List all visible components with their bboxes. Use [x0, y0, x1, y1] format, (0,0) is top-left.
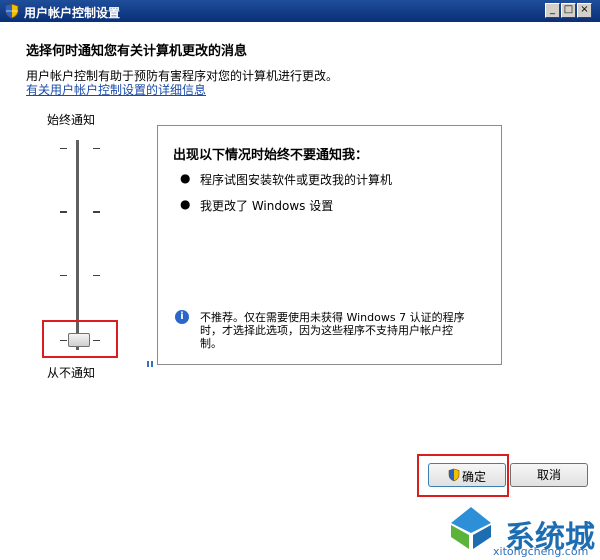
highlight-box	[42, 320, 118, 358]
shield-icon	[5, 3, 19, 19]
info-icon: i	[175, 310, 189, 324]
uac-details-link[interactable]: 有关用户帐户控制设置的详细信息	[26, 81, 206, 98]
list-item: 我更改了 Windows 设置	[200, 199, 334, 213]
slider-tick	[93, 275, 100, 276]
warning-text-line: 制。	[200, 337, 222, 350]
warning-text-line: 时，才选择此选项，因为这些程序不支持用户帐户控	[200, 324, 453, 337]
bullet-icon: ●	[180, 197, 191, 211]
slider-tick	[60, 275, 67, 276]
slider-bottom-label: 从不通知	[47, 366, 96, 380]
minimize-button[interactable]: _	[545, 3, 560, 18]
ok-button-label[interactable]: 确定	[462, 468, 486, 485]
resize-grip	[147, 361, 153, 367]
logo-icon	[451, 507, 491, 549]
slider-track[interactable]	[76, 140, 79, 350]
bullet-icon: ●	[180, 171, 191, 185]
uac-settings-window: 用户帐户控制设置 _ □ × 选择何时通知您有关计算机更改的消息 用户帐户控制有…	[0, 0, 600, 560]
slider-tick	[60, 148, 67, 149]
maximize-button[interactable]: □	[561, 3, 576, 18]
slider-tick	[93, 211, 100, 213]
shield-icon	[448, 468, 460, 482]
title-bar[interactable]: 用户帐户控制设置 _ □ ×	[0, 0, 600, 22]
page-heading: 选择何时通知您有关计算机更改的消息	[26, 44, 248, 59]
list-item: 程序试图安装软件或更改我的计算机	[200, 173, 393, 187]
window-title: 用户帐户控制设置	[24, 6, 121, 20]
close-button[interactable]: ×	[577, 3, 592, 18]
panel-heading: 出现以下情况时始终不要通知我：	[173, 148, 369, 163]
slider-tick	[60, 211, 67, 213]
slider-tick	[93, 148, 100, 149]
cancel-button[interactable]: 取消	[510, 463, 588, 487]
watermark-url: xitongcheng.com	[493, 545, 589, 558]
slider-top-label: 始终通知	[47, 113, 96, 127]
